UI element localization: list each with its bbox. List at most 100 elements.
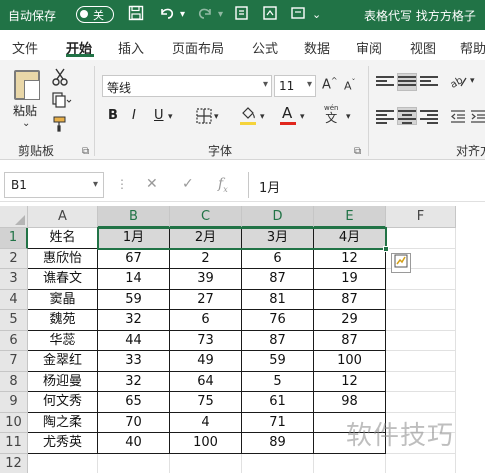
paste-dropdown-icon[interactable]: ⌄ <box>22 118 30 129</box>
tab-review[interactable]: 审阅 <box>356 38 382 57</box>
value-cell[interactable]: 89 <box>242 433 314 454</box>
tab-insert[interactable]: 插入 <box>118 38 144 57</box>
row-header-6[interactable]: 6 <box>0 330 28 351</box>
underline-button[interactable]: U <box>154 108 164 123</box>
redo-dropdown-icon[interactable]: ▾ <box>218 9 223 20</box>
row-header-11[interactable]: 11 <box>0 433 28 454</box>
value-cell[interactable]: 6 <box>242 248 314 269</box>
column-header-e[interactable]: E <box>314 206 386 228</box>
fill-color-dropdown-icon[interactable]: ▾ <box>260 112 265 122</box>
name-cell[interactable]: 陶之柔 <box>28 412 98 433</box>
name-cell[interactable]: 窦晶 <box>28 289 98 310</box>
empty-cell[interactable] <box>314 453 386 473</box>
align-right-icon[interactable] <box>420 108 438 124</box>
tab-data[interactable]: 数据 <box>304 38 330 57</box>
name-cell[interactable]: 何文秀 <box>28 392 98 413</box>
copy-icon[interactable] <box>52 92 72 112</box>
empty-cell[interactable] <box>170 453 242 473</box>
value-cell[interactable]: 12 <box>314 371 386 392</box>
font-name-select[interactable]: 等线 ▾ <box>102 75 272 97</box>
value-cell[interactable]: 49 <box>170 351 242 372</box>
select-all-button[interactable] <box>0 206 28 228</box>
increase-indent-icon[interactable] <box>470 108 485 128</box>
tab-view[interactable]: 视图 <box>410 38 436 57</box>
borders-icon[interactable] <box>196 108 212 128</box>
formula-bar-grip-icon[interactable]: ⋮ <box>116 177 128 191</box>
italic-button[interactable]: I <box>132 108 136 123</box>
name-cell[interactable]: 魏苑 <box>28 310 98 331</box>
decrease-indent-icon[interactable] <box>450 108 466 128</box>
column-header-d[interactable]: D <box>242 206 314 228</box>
value-cell[interactable]: 44 <box>98 330 170 351</box>
value-cell[interactable]: 59 <box>98 289 170 310</box>
undo-icon[interactable] <box>158 5 176 25</box>
value-cell[interactable]: 39 <box>170 269 242 290</box>
empty-cell[interactable] <box>386 330 456 351</box>
bold-button[interactable]: B <box>108 108 118 123</box>
value-cell[interactable]: 76 <box>242 310 314 331</box>
empty-cell[interactable] <box>98 453 170 473</box>
row-header-3[interactable]: 3 <box>0 269 28 290</box>
value-cell[interactable]: 59 <box>242 351 314 372</box>
value-cell[interactable]: 87 <box>314 289 386 310</box>
row-header-2[interactable]: 2 <box>0 248 28 269</box>
name-box[interactable]: B1 ▾ <box>4 172 104 198</box>
value-cell[interactable]: 67 <box>98 248 170 269</box>
format-painter-quick-icon[interactable] <box>234 5 250 25</box>
empty-cell[interactable] <box>28 453 98 473</box>
value-cell[interactable]: 87 <box>314 330 386 351</box>
insert-function-icon[interactable]: fx <box>218 176 228 194</box>
name-cell[interactable]: 谯春文 <box>28 269 98 290</box>
empty-cell[interactable] <box>386 310 456 331</box>
value-cell[interactable]: 19 <box>314 269 386 290</box>
font-color-dropdown-icon[interactable]: ▾ <box>300 112 305 122</box>
quick-analysis-icon[interactable] <box>391 252 411 273</box>
align-left-icon[interactable] <box>376 108 394 124</box>
align-middle-icon[interactable] <box>397 73 417 91</box>
font-color-button[interactable]: A <box>282 104 292 122</box>
cut-icon[interactable] <box>52 68 68 90</box>
clipboard-launcher-icon[interactable]: ⧉ <box>82 146 89 157</box>
tab-help[interactable]: 帮助 <box>460 38 485 57</box>
value-cell[interactable]: 70 <box>98 412 170 433</box>
empty-cell[interactable] <box>242 453 314 473</box>
row-header-12[interactable]: 12 <box>0 453 28 473</box>
value-cell[interactable]: 2 <box>170 248 242 269</box>
tab-file[interactable]: 文件 <box>12 38 38 57</box>
empty-cell[interactable] <box>386 371 456 392</box>
font-launcher-icon[interactable]: ⧉ <box>354 146 361 157</box>
phonetic-dropdown-icon[interactable]: ▾ <box>346 112 351 122</box>
autosave-toggle[interactable]: 关 <box>76 6 114 23</box>
tab-page-layout[interactable]: 页面布局 <box>172 38 224 57</box>
value-cell[interactable]: 29 <box>314 310 386 331</box>
customize-qat-icon[interactable]: ⌄ <box>312 8 321 21</box>
value-cell[interactable]: 71 <box>242 412 314 433</box>
value-cell[interactable]: 65 <box>98 392 170 413</box>
value-cell[interactable]: 87 <box>242 330 314 351</box>
value-cell[interactable]: 100 <box>170 433 242 454</box>
header-cell-month[interactable]: 2月 <box>170 228 242 249</box>
value-cell[interactable]: 6 <box>170 310 242 331</box>
value-cell[interactable]: 100 <box>314 351 386 372</box>
column-header-b[interactable]: B <box>98 206 170 228</box>
value-cell[interactable]: 98 <box>314 392 386 413</box>
header-cell-month[interactable]: 1月 <box>98 228 170 249</box>
font-size-select[interactable]: 11 ▾ <box>274 75 316 97</box>
value-cell[interactable]: 40 <box>98 433 170 454</box>
row-header-5[interactable]: 5 <box>0 310 28 331</box>
value-cell[interactable]: 33 <box>98 351 170 372</box>
column-header-f[interactable]: F <box>386 206 456 228</box>
value-cell[interactable]: 73 <box>170 330 242 351</box>
header-cell-month[interactable]: 4月 <box>314 228 386 249</box>
header-cell-name[interactable]: 姓名 <box>28 228 98 249</box>
orientation-icon[interactable]: ab <box>449 74 468 94</box>
increase-font-icon[interactable]: A^ <box>322 76 338 92</box>
undo-dropdown-icon[interactable]: ▾ <box>180 9 185 20</box>
name-cell[interactable]: 杨迎曼 <box>28 371 98 392</box>
name-cell[interactable]: 尤秀英 <box>28 433 98 454</box>
header-cell-month[interactable]: 3月 <box>242 228 314 249</box>
name-cell[interactable]: 金翠红 <box>28 351 98 372</box>
row-header-4[interactable]: 4 <box>0 289 28 310</box>
enter-icon[interactable]: ✓ <box>182 176 194 192</box>
value-cell[interactable]: 32 <box>98 310 170 331</box>
